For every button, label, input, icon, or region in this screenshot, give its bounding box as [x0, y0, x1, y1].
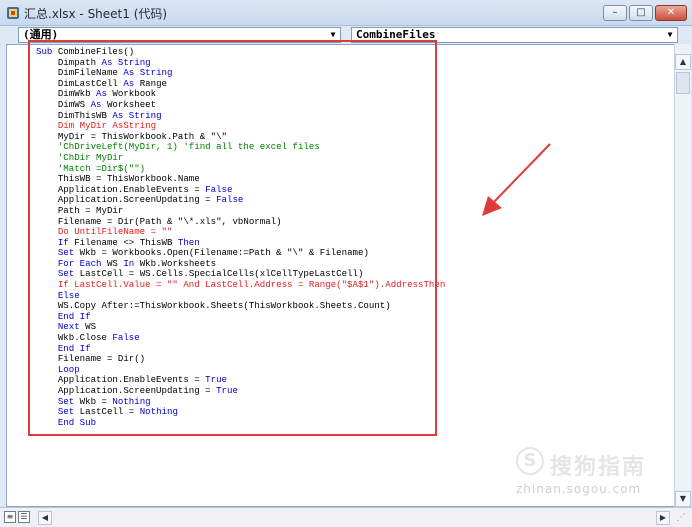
close-button[interactable]: ✕	[655, 5, 687, 21]
procedure-view-icon[interactable]: ≡	[4, 511, 16, 523]
scroll-up-icon[interactable]: ▲	[675, 54, 691, 70]
minimize-button[interactable]: –	[603, 5, 627, 21]
highlight-annotation-box	[28, 40, 437, 436]
red-arrow-annotation	[482, 143, 551, 216]
maximize-button[interactable]: □	[629, 5, 653, 21]
scroll-down-icon[interactable]: ▼	[675, 491, 691, 507]
scroll-right-icon[interactable]: ▶	[656, 511, 670, 525]
excel-vba-app-icon	[7, 7, 19, 19]
scroll-left-icon[interactable]: ◀	[38, 511, 52, 525]
title-bar: 汇总.xlsx - Sheet1 (代码) – □ ✕	[0, 0, 692, 26]
vertical-scrollbar[interactable]: ▲ ▼	[674, 44, 691, 507]
full-module-view-icon[interactable]: ☰	[18, 511, 30, 523]
bottom-status-bar: ≡ ☰ ◀ ▶ ⋰	[0, 507, 692, 527]
resize-grip-icon[interactable]: ⋰	[674, 511, 688, 525]
sogou-logo-icon: S	[516, 447, 544, 475]
watermark-url: zhinan.sogou.com	[516, 482, 642, 496]
window-title: 汇总.xlsx - Sheet1 (代码)	[24, 7, 168, 21]
chevron-down-icon[interactable]: ▼	[663, 28, 677, 42]
scroll-thumb[interactable]	[676, 72, 690, 94]
watermark-text: 搜狗指南	[550, 455, 647, 480]
sogou-watermark: S 搜狗指南	[516, 447, 676, 480]
